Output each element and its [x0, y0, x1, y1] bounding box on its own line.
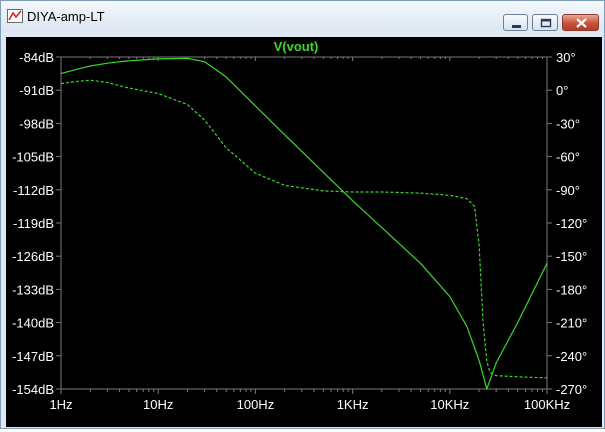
y-left-tick-label: -133dB — [12, 282, 54, 297]
axis-ticks — [56, 56, 552, 394]
y-right-tick-label: -90° — [556, 183, 580, 198]
x-tick-label: 1KHz — [337, 397, 369, 412]
y-right-tick-label: -180° — [556, 282, 587, 297]
x-tick-label: 100KHz — [524, 397, 570, 412]
x-tick-label: 100Hz — [237, 397, 275, 412]
y-right-tick-label: -30° — [556, 116, 580, 131]
maximize-icon — [540, 18, 552, 28]
title-bar[interactable]: DIYA-amp-LT — [1, 1, 604, 31]
x-tick-label: 1Hz — [49, 397, 72, 412]
y-left-tick-label: -98dB — [19, 116, 54, 131]
y-right-tick-label: 0° — [556, 83, 568, 98]
y-right-tick-label: -120° — [556, 216, 587, 231]
y-left-tick-label: -154dB — [12, 382, 54, 397]
y-left-tick-label: -147dB — [12, 349, 54, 364]
window-title: DIYA-amp-LT — [27, 9, 105, 24]
plot-pane[interactable]: V(vout) 1Hz 10Hz 100Hz 1KHz 10KHz 100KHz -84dB… — [6, 37, 602, 427]
magnitude-trace — [60, 57, 548, 390]
traces — [60, 57, 548, 390]
bode-plot[interactable]: V(vout) 1Hz 10Hz 100Hz 1KHz 10KHz 100KHz -84dB… — [6, 37, 602, 427]
y-right-tick-label: -60° — [556, 150, 580, 165]
close-icon — [576, 18, 587, 28]
maximize-button[interactable] — [532, 14, 558, 31]
waveform-app-icon — [7, 9, 23, 23]
close-button[interactable] — [562, 14, 599, 31]
y-right-tick-label: -210° — [556, 316, 587, 331]
y-left-tick-label: -105dB — [12, 150, 54, 165]
ltspice-waveform-window: DIYA-amp-LT V(vout) 1Hz 10Hz 100Hz 1KHz 10KH… — [0, 0, 605, 429]
y-left-tick-label: -126dB — [12, 249, 54, 264]
minimize-button[interactable] — [503, 14, 528, 31]
y-right-tick-label: -150° — [556, 249, 587, 264]
y-right-tick-label: 30° — [556, 50, 576, 65]
plot-border — [60, 56, 548, 390]
y-left-tick-label: -91dB — [19, 83, 54, 98]
y-right-tick-label: -240° — [556, 349, 587, 364]
plot-axes — [60, 56, 548, 390]
x-tick-label: 10Hz — [143, 397, 173, 412]
minimize-icon — [512, 25, 521, 28]
chart-title: V(vout) — [274, 39, 319, 54]
x-tick-label: 10KHz — [430, 397, 469, 412]
y-left-tick-label: -140dB — [12, 316, 54, 331]
y-right-tick-label: -270° — [556, 382, 587, 397]
tick-labels: 1Hz 10Hz 100Hz 1KHz 10KHz 100KHz -84dB -91dB -98… — [12, 50, 587, 412]
phase-trace — [60, 79, 548, 379]
y-left-tick-label: -84dB — [19, 50, 54, 65]
y-left-tick-label: -119dB — [13, 216, 54, 231]
y-left-tick-label: -112dB — [13, 183, 54, 198]
